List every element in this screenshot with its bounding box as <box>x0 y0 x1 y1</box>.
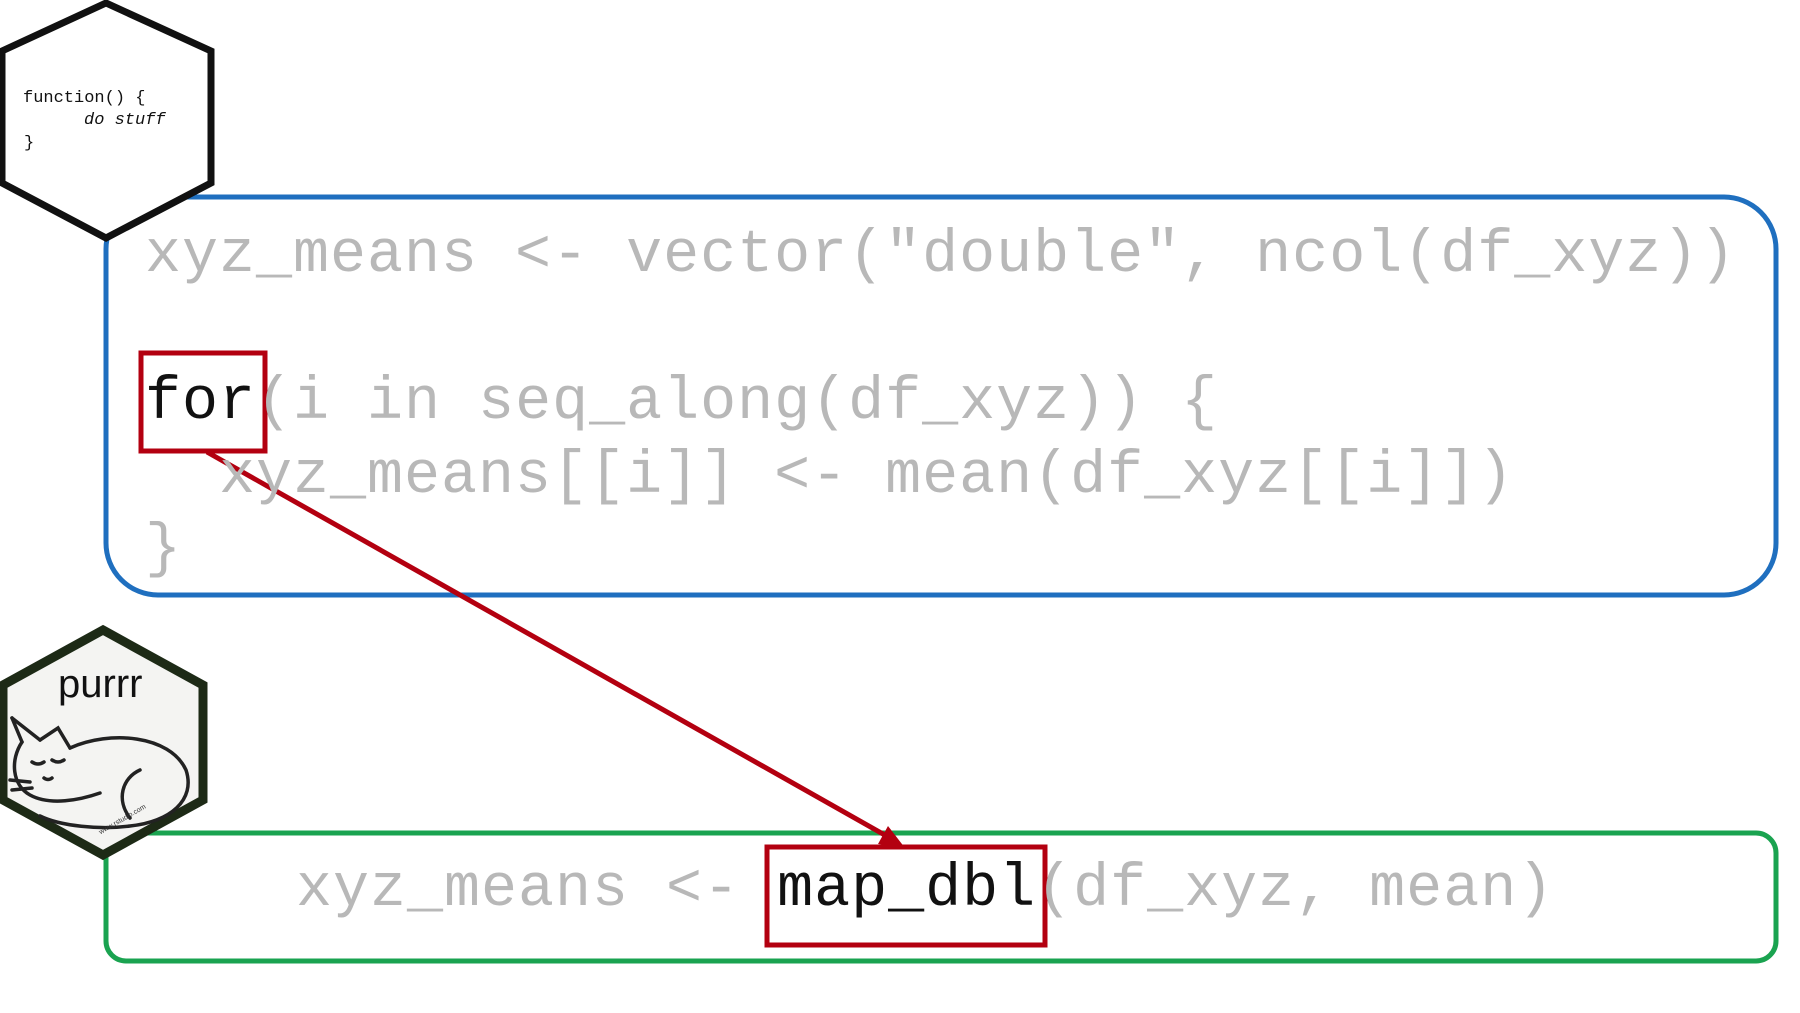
function-hex-line2: do stuff <box>84 111 166 130</box>
code-line-close-brace: } <box>145 516 183 584</box>
map-call-suffix: (df_xyz, mean) <box>1036 856 1555 924</box>
for-loop-header: (i in seq_along(df_xyz)) { <box>256 369 1219 437</box>
function-hex-line1: function() { <box>23 89 146 108</box>
map-dbl-keyword: map_dbl <box>777 856 1037 924</box>
code-line-body: xyz_means[[i]] <- mean(df_xyz[[i]]) <box>145 443 1515 511</box>
code-line-map: xyz_means <- map_dbl(df_xyz, mean) <box>296 860 1554 920</box>
code-line-vector: xyz_means <- vector("double", ncol(df_xy… <box>145 222 1737 290</box>
purrr-hex-label: purrr <box>58 662 143 706</box>
function-hex-line3: } <box>24 134 35 153</box>
for-keyword: for <box>145 369 257 437</box>
map-call-prefix: xyz_means <- <box>296 856 778 924</box>
code-line-for: for(i in seq_along(df_xyz)) { <box>145 373 1218 433</box>
